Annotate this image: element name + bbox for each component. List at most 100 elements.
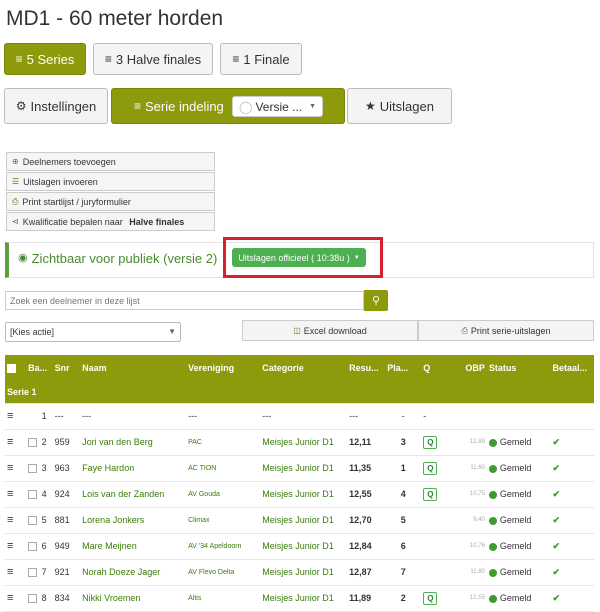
highlight-box <box>223 237 383 278</box>
row-checkbox[interactable] <box>28 490 38 499</box>
burger-icon[interactable]: ≡ <box>7 566 13 578</box>
tab-settings[interactable]: ⚙ Instellingen <box>4 88 108 124</box>
cell-status: Gemeld <box>486 429 551 456</box>
search-button[interactable]: ⚲ <box>364 290 388 311</box>
cell-q: Q <box>421 429 451 456</box>
cell-status: Gemeld <box>486 559 551 586</box>
burger-icon[interactable]: ≡ <box>7 592 13 604</box>
cell-name[interactable]: Lorena Jonkers <box>80 507 187 534</box>
burger-icon[interactable]: ≡ <box>7 462 13 474</box>
print-series-label: Print serie-uitslagen <box>470 325 551 336</box>
enter-results-label: Uitslagen invoeren <box>23 176 98 187</box>
cell-place: 6 <box>385 533 422 560</box>
col-obp[interactable]: OBP <box>450 355 487 381</box>
page-title: MD1 - 60 meter horden <box>6 7 224 30</box>
table-row[interactable]: ≡ 4 924 Lois van der Zanden AV Gouda Meisjes … <box>5 481 594 508</box>
table-row[interactable]: ≡ 2 959 Jori van den Berg PAC Meisjes Junior … <box>5 429 594 456</box>
print-icon: ⎙ <box>461 325 468 335</box>
burger-icon[interactable]: ≡ <box>7 410 13 422</box>
print-series-button[interactable]: ⎙ Print serie-uitslagen <box>418 320 594 341</box>
cell-club: AV Gouda <box>186 481 261 508</box>
bulk-action-select[interactable]: [Kies actie] ▼ <box>5 322 181 342</box>
status-dot-icon <box>488 490 497 499</box>
podium-icon: ≡ <box>15 52 23 66</box>
cell-club: AV '34 Apeldoorn <box>186 533 261 560</box>
cell-paid: ✔ <box>550 455 594 482</box>
col-place[interactable]: Pla... <box>385 355 422 381</box>
table-row-empty: ≡ 1 --- --- --- --- --- - - <box>5 403 594 430</box>
excel-download-button[interactable]: ◫ Excel download <box>242 320 418 341</box>
qualify-button[interactable]: ⊲ Kwalificatie bepalen naar Halve finale… <box>6 212 215 231</box>
row-checkbox[interactable] <box>28 542 38 551</box>
cell-place: 4 <box>385 481 422 508</box>
cell-obp: 12,55 <box>450 585 487 612</box>
table-row[interactable]: ≡ 3 963 Faye Hardon AC TION Meisjes Junior D1… <box>5 455 594 482</box>
tab-semifinals[interactable]: ≡ 3 Halve finales <box>93 43 213 75</box>
select-all-header[interactable] <box>5 355 27 381</box>
burger-icon[interactable]: ≡ <box>7 514 13 526</box>
row-checkbox[interactable] <box>28 438 38 447</box>
col-q[interactable]: Q <box>421 355 451 381</box>
cell-category: Meisjes Junior D1 <box>260 455 348 482</box>
table-header-row: Ba... Snr Naam Vereniging Categorie Resu… <box>5 355 594 381</box>
status-dot-icon <box>488 464 497 473</box>
col-lane[interactable]: Ba... <box>26 355 53 381</box>
add-participants-label: Deelnemers toevoegen <box>22 156 116 167</box>
print-start-button[interactable]: ⎙ Print startlijst / juryformulier <box>6 192 215 211</box>
cell-result: 11,35 <box>347 455 386 482</box>
burger-icon[interactable]: ≡ <box>7 540 13 552</box>
cell-name[interactable]: Norah Doeze Jager <box>80 559 187 586</box>
cell-snr: 959 <box>52 429 81 456</box>
cell-category: --- <box>260 403 348 430</box>
tab-series[interactable]: ≡ 5 Series <box>4 43 86 75</box>
col-snr[interactable]: Snr <box>52 355 81 381</box>
plus-circle-icon: ⊕ <box>12 156 19 166</box>
cell-name[interactable]: Jori van den Berg <box>80 429 187 456</box>
table-row[interactable]: ≡ 8 834 Nikki Vroemen Altis Meisjes Junior D1… <box>5 585 594 612</box>
cell-snr: 963 <box>52 455 81 482</box>
check-icon: ✔ <box>552 514 560 525</box>
row-checkbox[interactable] <box>28 516 38 525</box>
cell-category: Meisjes Junior D1 <box>260 533 348 560</box>
search-input[interactable] <box>5 291 364 310</box>
table-row[interactable]: ≡ 5 881 Lorena Jonkers Climax Meisjes Junior … <box>5 507 594 534</box>
row-checkbox[interactable] <box>28 594 38 603</box>
select-all-checkbox[interactable] <box>7 364 16 374</box>
cell-q: Q <box>421 481 451 508</box>
tab-final[interactable]: ≡ 1 Finale <box>220 43 302 75</box>
version-select[interactable]: ◯ Versie ... ▼ <box>232 96 323 117</box>
qualify-prefix-label: Kwalificatie bepalen naar <box>22 216 126 227</box>
col-name[interactable]: Naam <box>80 355 187 381</box>
col-club[interactable]: Vereniging <box>186 355 261 381</box>
cell-club: Altis <box>186 585 261 612</box>
row-checkbox[interactable] <box>28 464 38 473</box>
cell-name[interactable]: Nikki Vroemen <box>80 585 187 612</box>
cell-name[interactable]: Lois van der Zanden <box>80 481 187 508</box>
burger-icon[interactable]: ≡ <box>7 488 13 500</box>
cell-name[interactable]: Faye Hardon <box>80 455 187 482</box>
add-participants-button[interactable]: ⊕ Deelnemers toevoegen <box>6 152 215 171</box>
tab-results[interactable]: ★ Uitslagen <box>347 88 452 124</box>
col-result[interactable]: Resu... <box>347 355 386 381</box>
table-row[interactable]: ≡ 7 921 Norah Doeze Jager AV Flevo Delta Meis… <box>5 559 594 586</box>
cell-result: 12,84 <box>347 533 386 560</box>
cell-name[interactable]: Mare Meijnen <box>80 533 187 560</box>
cell-lane: 5 <box>41 515 47 525</box>
burger-icon[interactable]: ≡ <box>7 436 13 448</box>
status-label: Gemeld <box>499 541 532 551</box>
table-row[interactable]: ≡ 6 949 Mare Meijnen AV '34 Apeldoorn Meisjes… <box>5 533 594 560</box>
enter-results-button[interactable]: ☰ Uitslagen invoeren <box>6 172 215 191</box>
cell-club: PAC <box>186 429 261 456</box>
row-checkbox[interactable] <box>28 568 38 577</box>
cell-place: - <box>385 403 422 430</box>
share-icon: ⊲ <box>12 216 19 226</box>
tab-series-layout-label: Serie indeling <box>145 98 224 114</box>
cell-club: Climax <box>186 507 261 534</box>
col-category[interactable]: Categorie <box>260 355 348 381</box>
status-label: Gemeld <box>499 463 532 473</box>
col-paid[interactable]: Betaal... <box>550 355 594 381</box>
version-select-value: Versie ... <box>255 99 303 114</box>
status-dot-icon <box>488 438 497 447</box>
col-status[interactable]: Status <box>486 355 551 381</box>
tab-settings-label: Instellingen <box>30 98 97 114</box>
